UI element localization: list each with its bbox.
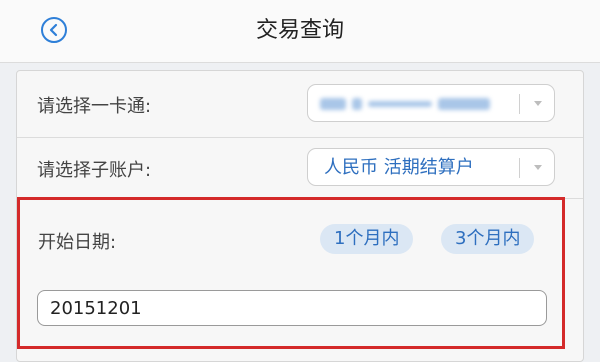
select-divider [519, 158, 520, 178]
card-select[interactable] [307, 84, 555, 122]
subaccount-select-value: 人民币 活期结算户 [324, 157, 474, 178]
card-select-label: 请选择一卡通: [37, 96, 152, 117]
card-select-row: 请选择一卡通: [17, 71, 583, 138]
subaccount-select[interactable]: 人民币 活期结算户 [307, 148, 555, 186]
select-divider [519, 94, 520, 114]
subaccount-select-row: 请选择子账户: 人民币 活期结算户 [17, 138, 583, 199]
subaccount-select-label: 请选择子账户: [37, 160, 152, 181]
dropdown-caret-icon [534, 101, 542, 106]
page-title: 交易查询 [255, 18, 344, 43]
obscured-card-number [320, 98, 490, 110]
dropdown-caret-icon [534, 165, 542, 170]
navigation-bar: 交易查询 [0, 0, 600, 63]
highlight-box [17, 197, 565, 349]
